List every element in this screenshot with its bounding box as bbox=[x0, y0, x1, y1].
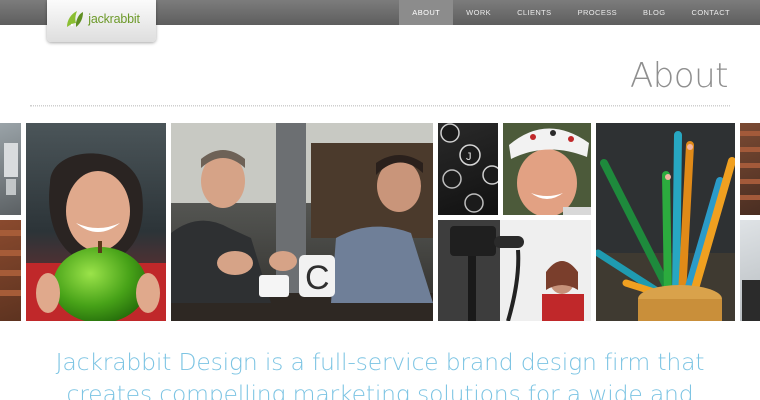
nav-item-work[interactable]: WORK bbox=[453, 0, 504, 25]
nav-item-contact[interactable]: CONTACT bbox=[679, 0, 744, 25]
rabbit-leaf-icon bbox=[67, 11, 84, 27]
photo-edge-left-top bbox=[0, 123, 21, 215]
title-divider bbox=[30, 105, 730, 107]
photo-video-camera-interview bbox=[438, 220, 591, 321]
logo-link[interactable]: jackrabbit bbox=[47, 0, 156, 42]
nav-item-clients[interactable]: CLIENTS bbox=[504, 0, 564, 25]
photo-edge-left-bottom bbox=[0, 220, 21, 321]
photo-colored-pencils bbox=[596, 123, 735, 321]
nav-item-blog[interactable]: BLOG bbox=[630, 0, 678, 25]
nav-item-about[interactable]: ABOUT bbox=[399, 0, 454, 25]
svg-text:C: C bbox=[305, 259, 330, 297]
svg-text:J: J bbox=[466, 151, 472, 163]
logo-wordmark: jackrabbit bbox=[88, 12, 140, 26]
photo-typewriter-keys: J bbox=[438, 123, 498, 215]
photo-two-men-laughing: C bbox=[171, 123, 433, 321]
photo-edge-right-top bbox=[740, 123, 760, 215]
nav-item-process[interactable]: PROCESS bbox=[565, 0, 630, 25]
photo-edge-right-bottom bbox=[740, 220, 760, 321]
page-title: About bbox=[629, 56, 729, 96]
photo-woman-green-apple bbox=[26, 123, 166, 321]
intro-paragraph: Jackrabbit Design is a full-service bran… bbox=[55, 348, 705, 400]
main-nav: ABOUT WORK CLIENTS PROCESS BLOG CONTACT bbox=[399, 0, 743, 25]
photo-man-cycling-cap bbox=[503, 123, 591, 215]
